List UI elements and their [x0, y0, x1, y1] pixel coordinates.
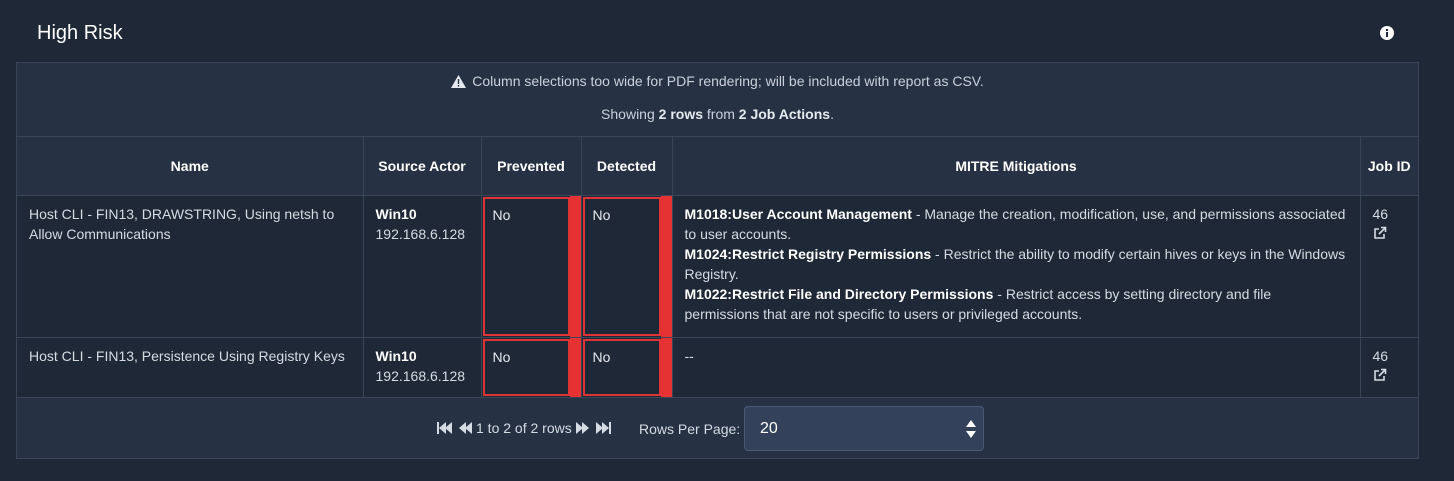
external-link-icon[interactable]: [1373, 226, 1387, 240]
info-circle-icon[interactable]: [1380, 26, 1394, 40]
actor-ip: 192.168.6.128: [375, 226, 466, 242]
table-row: Host CLI - FIN13, DRAWSTRING, Using nets…: [17, 195, 1418, 338]
cell-name: Host CLI - FIN13, Persistence Using Regi…: [17, 337, 364, 397]
mitigation-id: M1018:User Account Management: [684, 206, 912, 222]
status-fail-bar: [569, 196, 581, 337]
notice-text: Column selections too wide for PDF rende…: [472, 73, 984, 89]
report-table-panel: Column selections too wide for PDF rende…: [16, 62, 1419, 459]
status-fail-bar: [660, 338, 672, 397]
previous-page-icon[interactable]: [458, 421, 474, 435]
detected-value: No: [582, 197, 661, 336]
status-fail-bar: [569, 338, 581, 397]
detected-value: No: [582, 339, 661, 396]
table-header-row: Name Source Actor Prevented Detected MIT…: [17, 136, 1418, 196]
cell-detected: No: [581, 337, 673, 397]
table-row: Host CLI - FIN13, Persistence Using Regi…: [17, 337, 1418, 397]
job-id: 46: [1372, 348, 1389, 364]
next-page-icon[interactable]: [574, 421, 590, 435]
cell-mitre-mitigations: M1018:User Account Management - Manage t…: [672, 195, 1361, 338]
pagination-bar: 1 to 2 of 2 rows Rows Per Page: 20: [17, 397, 1418, 460]
last-page-icon[interactable]: [594, 421, 612, 435]
column-header-prevented[interactable]: Prevented: [481, 136, 582, 196]
pager-controls: 1 to 2 of 2 rows: [436, 420, 612, 436]
row-count: 2 rows: [658, 106, 703, 122]
rows-per-page-value: 20: [760, 420, 778, 437]
actor-name: Win10: [375, 348, 417, 364]
row-source: 2 Job Actions: [738, 106, 831, 122]
column-header-name[interactable]: Name: [17, 136, 364, 196]
prevented-value: No: [482, 339, 570, 396]
column-header-detected[interactable]: Detected: [581, 136, 673, 196]
mitigation-item: M1022:Restrict File and Directory Permis…: [685, 284, 1348, 324]
cell-job-id: 46: [1360, 337, 1418, 397]
mitigation-item: M1018:User Account Management - Manage t…: [685, 204, 1348, 244]
first-page-icon[interactable]: [436, 421, 454, 435]
actor-name: Win10: [375, 206, 417, 222]
job-id: 46: [1372, 206, 1389, 222]
cell-mitre-mitigations: --: [672, 337, 1361, 397]
actor-ip: 192.168.6.128: [375, 368, 466, 384]
mitigation-id: M1022:Restrict File and Directory Permis…: [684, 286, 994, 302]
pagination-range: 1 to 2 of 2 rows: [476, 420, 572, 436]
status-fail-bar: [660, 196, 672, 337]
mitigation-id: M1024:Restrict Registry Permissions: [684, 246, 932, 262]
warning-triangle-icon: [451, 75, 467, 88]
external-link-icon[interactable]: [1373, 368, 1387, 382]
select-caret-icon: [966, 420, 976, 438]
column-header-job-id[interactable]: Job ID: [1360, 136, 1418, 196]
cell-name: Host CLI - FIN13, DRAWSTRING, Using nets…: [17, 195, 364, 338]
cell-prevented: No: [481, 195, 582, 338]
panel-title: High Risk: [37, 22, 123, 44]
cell-source-actor: Win10 192.168.6.128: [363, 195, 482, 338]
cell-source-actor: Win10 192.168.6.128: [363, 337, 482, 397]
mitigation-item: M1024:Restrict Registry Permissions - Re…: [685, 244, 1348, 284]
cell-job-id: 46: [1360, 195, 1418, 338]
column-header-source-actor[interactable]: Source Actor: [363, 136, 482, 196]
results-table: Name Source Actor Prevented Detected MIT…: [17, 136, 1418, 397]
cell-detected: No: [581, 195, 673, 338]
prevented-value: No: [482, 197, 570, 336]
cell-prevented: No: [481, 337, 582, 397]
row-summary: Showing 2 rows from 2 Job Actions.: [601, 106, 834, 122]
rows-per-page-label: Rows Per Page:: [639, 421, 741, 437]
rows-per-page-select[interactable]: 20: [744, 406, 984, 451]
pdf-width-notice: Column selections too wide for PDF rende…: [17, 73, 1418, 89]
column-header-mitre-mitigations[interactable]: MITRE Mitigations: [672, 136, 1361, 196]
